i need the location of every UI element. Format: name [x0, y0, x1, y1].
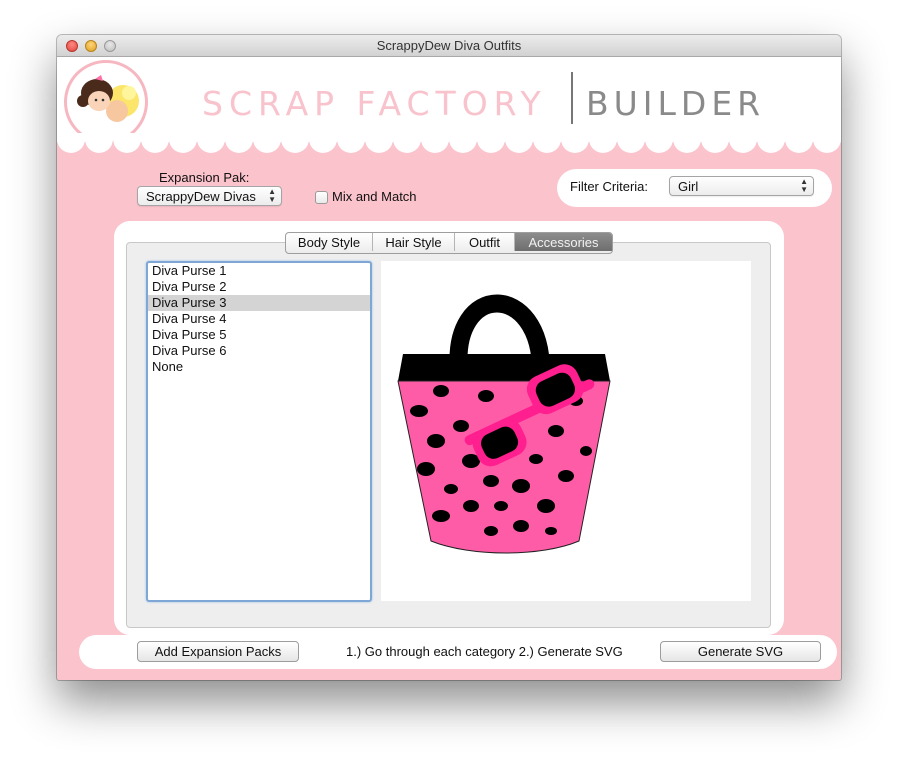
scallop-border	[57, 133, 841, 155]
filter-criteria-value: Girl	[678, 179, 699, 194]
title-bar[interactable]: ScrappyDew Diva Outfits	[57, 35, 841, 57]
expansion-pak-label: Expansion Pak:	[159, 170, 250, 185]
category-tabs: Body Style Hair Style Outfit Accessories	[285, 232, 613, 254]
mix-and-match-label[interactable]: Mix and Match	[332, 189, 417, 204]
popup-arrows-icon: ▲ ▼	[800, 177, 808, 194]
add-expansion-packs-button[interactable]: Add Expansion Packs	[137, 641, 299, 662]
brand-divider	[571, 72, 573, 124]
list-item-none[interactable]: None	[148, 359, 370, 375]
tab-outfit[interactable]: Outfit	[455, 233, 515, 251]
expansion-pak-select[interactable]: ScrappyDew Divas ▲ ▼	[137, 186, 282, 206]
popup-arrows-icon: ▲ ▼	[268, 187, 276, 204]
tab-body-style[interactable]: Body Style	[286, 233, 373, 251]
app-window: ScrappyDew Diva Outfits SCRAP FACTORY BU…	[57, 35, 841, 680]
expansion-pak-value: ScrappyDew Divas	[146, 189, 256, 204]
tab-hair-style[interactable]: Hair Style	[373, 233, 455, 251]
list-item-diva-purse-6[interactable]: Diva Purse 6	[148, 343, 370, 359]
instructions-text: 1.) Go through each category 2.) Generat…	[346, 644, 623, 659]
list-item-diva-purse-3[interactable]: Diva Purse 3	[148, 295, 370, 311]
purse-illustration	[397, 294, 611, 554]
brand-scrap-factory: SCRAP FACTORY	[202, 84, 547, 123]
accessory-preview	[381, 261, 751, 601]
generate-svg-button[interactable]: Generate SVG	[660, 641, 821, 662]
logo-avatar-icon	[64, 60, 148, 144]
list-item-diva-purse-2[interactable]: Diva Purse 2	[148, 279, 370, 295]
filter-criteria-label: Filter Criteria:	[570, 179, 649, 194]
header-banner: SCRAP FACTORY BUILDER	[57, 57, 841, 144]
accessory-list[interactable]: Diva Purse 1 Diva Purse 2 Diva Purse 3 D…	[146, 261, 372, 602]
tab-accessories[interactable]: Accessories	[515, 233, 612, 251]
brand-builder: BUILDER	[586, 84, 766, 123]
list-item-diva-purse-4[interactable]: Diva Purse 4	[148, 311, 370, 327]
window-title: ScrappyDew Diva Outfits	[376, 38, 522, 53]
filter-criteria-select[interactable]: Girl ▲ ▼	[669, 176, 814, 196]
list-item-diva-purse-5[interactable]: Diva Purse 5	[148, 327, 370, 343]
list-item-diva-purse-1[interactable]: Diva Purse 1	[148, 263, 370, 279]
mix-and-match-checkbox[interactable]	[315, 191, 328, 204]
